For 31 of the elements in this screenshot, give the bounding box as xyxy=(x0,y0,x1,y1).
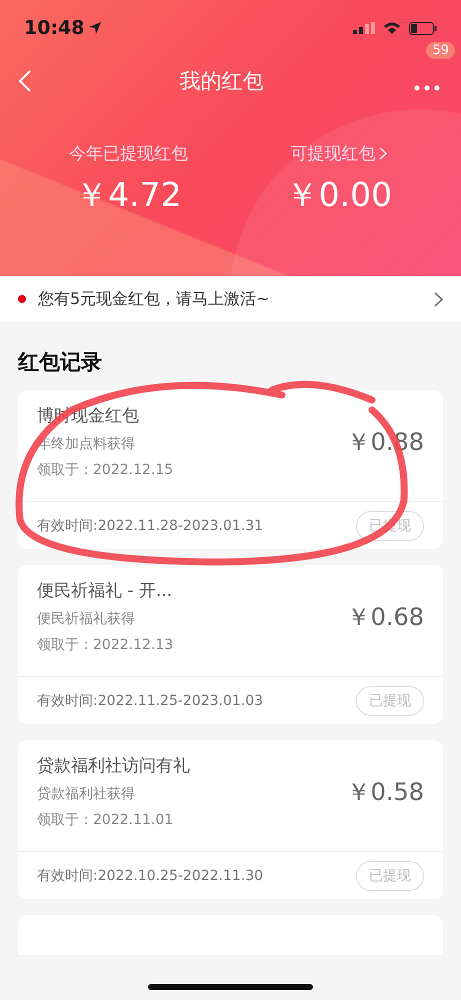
notification-badge: 59 xyxy=(426,42,455,59)
more-icon xyxy=(414,85,440,91)
withdrawn-button[interactable]: 已提现 xyxy=(356,686,424,716)
wifi-icon xyxy=(383,22,401,34)
page-title: 我的红包 xyxy=(180,68,264,95)
record-date: 领取于：2022.11.01 xyxy=(37,811,174,829)
validity-period: 有效时间:2022.10.25-2022.11.30 xyxy=(37,866,264,884)
summary-amount: ￥0.00 xyxy=(286,174,392,216)
record-date: 领取于：2022.12.15 xyxy=(37,461,174,479)
section-title: 红包记录 xyxy=(18,349,103,376)
record-date: 领取于：2022.12.13 xyxy=(37,636,174,654)
chevron-right-icon xyxy=(379,147,388,160)
record-title: 便民祈福礼 - 开... xyxy=(37,580,174,602)
validity-period: 有效时间:2022.11.25-2023.01.03 xyxy=(37,692,264,710)
withdrawable-link[interactable]: 可提现红包 xyxy=(290,142,388,165)
record-amount: ￥0.58 xyxy=(346,776,424,808)
signal-icon xyxy=(353,22,375,34)
summary-label: 今年已提现红包 xyxy=(68,143,188,165)
summary-amount: ￥4.72 xyxy=(75,174,182,216)
record-amount: ￥0.68 xyxy=(346,602,424,632)
record-source: 贷款福利社获得 xyxy=(37,785,136,803)
validity-period: 有效时间:2022.11.28-2023.01.31 xyxy=(37,516,264,534)
location-arrow-icon xyxy=(88,21,102,35)
back-icon[interactable] xyxy=(18,69,32,93)
record-source: 便民祈福礼获得 xyxy=(37,610,136,628)
withdrawn-button[interactable]: 已提现 xyxy=(356,860,424,890)
status-time: 10:48 xyxy=(24,17,102,39)
chevron-right-icon[interactable] xyxy=(434,292,443,306)
battery-icon xyxy=(409,22,437,34)
record-title: 贷款福利社访问有礼 xyxy=(37,755,190,777)
alert-dot xyxy=(18,295,26,303)
